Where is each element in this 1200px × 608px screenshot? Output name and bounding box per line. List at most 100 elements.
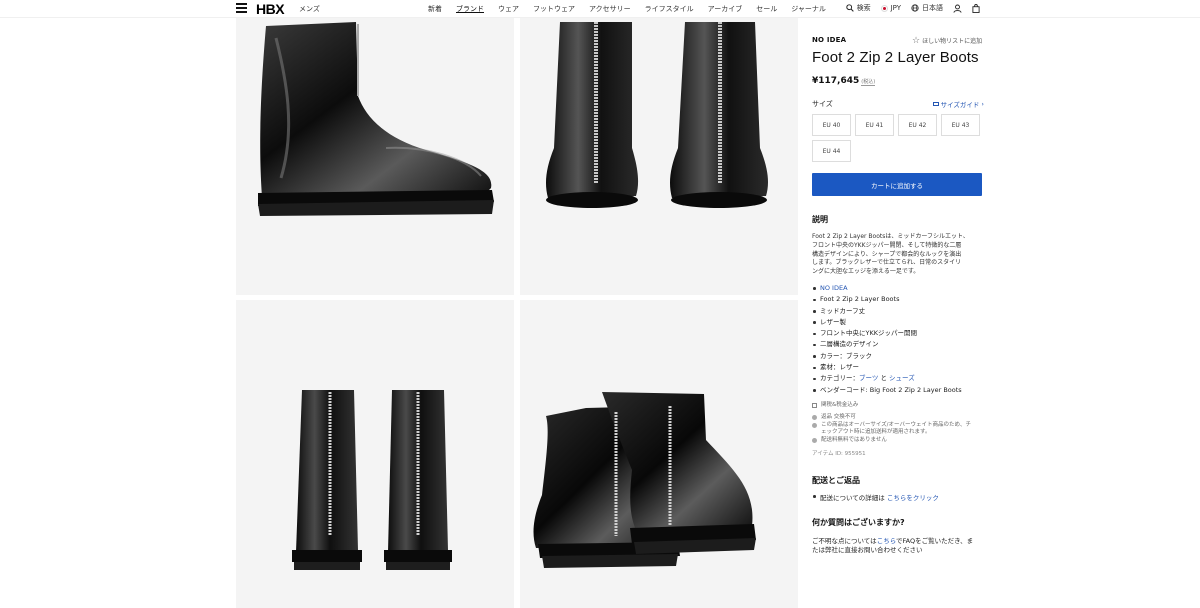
currency-label: JPY (890, 4, 901, 12)
size-options: EU 40 EU 41 EU 42 EU 43 EU 44 (812, 114, 984, 162)
nav-new[interactable]: 新着 (428, 4, 442, 14)
add-to-cart-button[interactable]: カートに追加する (812, 173, 982, 196)
return-text: 返品 交換不可 (821, 414, 856, 421)
product-image-back[interactable] (236, 300, 514, 608)
star-icon: ☆ (912, 35, 921, 46)
feature-brand: NO IDEA (812, 283, 984, 294)
feature-item: 二層構造のデザイン (812, 339, 984, 350)
customs-text: 関税&税金込み (821, 401, 859, 408)
nav-journal[interactable]: ジャーナル (791, 4, 826, 14)
shipping-text: 配送についての詳細は (820, 494, 887, 503)
feature-item: カラー：ブラック (812, 351, 984, 362)
feature-item: レザー製 (812, 317, 984, 328)
questions-text: ご不明な点についてはこちらでFAQをご覧いただき、ま たは弊社に直接お問い合わせ… (812, 537, 984, 555)
size-option-eu41[interactable]: EU 41 (855, 114, 894, 136)
feature-category: カテゴリー：ブーツ と シューズ (812, 373, 984, 384)
info-icon (812, 422, 817, 428)
main-nav: 新着 ブランド ウェア フットウェア アクセサリー ライフスタイル アーカイブ … (428, 4, 826, 14)
language-label: 日本語 (922, 4, 943, 12)
category-link-boots[interactable]: ブーツ (859, 374, 878, 382)
price-value: ¥117,645 (812, 76, 860, 86)
gender-toggle[interactable]: メンズ (299, 4, 320, 14)
description-line: Foot 2 Zip 2 Layer Bootsは、ミッドカーフシルエット、 (812, 233, 969, 240)
description-line: ングに大胆なエッジを添える一足です。 (812, 268, 920, 276)
feature-item: ベンダーコード: Big Foot 2 Zip 2 Layer Boots (812, 385, 984, 396)
policy-notes: 関税&税金込み 返品 交換不可 この商品はオーバーサイズ/オーバーウェイト商品の… (812, 402, 984, 445)
questions-suffix: でFAQをご覧いただき、ま (896, 537, 974, 546)
product-price: ¥117,645 (税込) (812, 76, 984, 86)
size-option-eu40[interactable]: EU 40 (812, 114, 851, 136)
nav-sale[interactable]: セール (756, 4, 777, 14)
feature-list: NO IDEA Foot 2 Zip 2 Layer Boots ミッドカーフ丈… (812, 283, 984, 396)
size-guide-label: サイズガイド (940, 101, 980, 109)
info-icon (812, 415, 817, 421)
description-line: します。ブラックレザーで仕立てられ、日常のスタイリ (812, 259, 962, 267)
size-option-eu43[interactable]: EU 43 (941, 114, 980, 136)
header-utilities: 検索 JPY 日本語 (845, 3, 980, 13)
product-panel: NO IDEA ☆ ほしい物リストに追加 Foot 2 Zip 2 Layer … (812, 36, 984, 555)
feature-item: フロント中央にYKKジッパー開閉 (812, 328, 984, 339)
search-button[interactable]: 検索 (845, 3, 871, 13)
customs-icon (812, 402, 817, 408)
faq-link[interactable]: こちら (877, 537, 896, 545)
info-icon (812, 437, 817, 443)
size-option-eu42[interactable]: EU 42 (898, 114, 937, 136)
size-label: サイズ (812, 100, 833, 108)
shipping-fee-text: 配送料無料ではありません (821, 436, 887, 443)
feature-item: 素材：レザー (812, 362, 984, 373)
oversize-note: この商品はオーバーサイズ/オーバーウェイト商品のため、チ ェックアウト時に追加送料… (812, 422, 984, 437)
size-guide-link[interactable]: サイズガイド › (932, 99, 984, 109)
account-icon[interactable] (953, 4, 962, 13)
shipping-details-link[interactable]: こちらをクリック (887, 494, 939, 502)
nav-footwear[interactable]: フットウェア (533, 4, 575, 14)
shipping-info: 配送についての詳細は こちらをクリック (812, 492, 984, 502)
ruler-icon (932, 102, 939, 106)
site-header: HBX メンズ 新着 ブランド ウェア フットウェア アクセサリー ライフスタイ… (0, 0, 1200, 18)
product-image-front[interactable] (520, 18, 798, 295)
tax-note: (税込) (861, 79, 876, 86)
currency-selector[interactable]: JPY (880, 4, 901, 12)
shipping-heading: 配送とご返品 (812, 476, 860, 486)
boot-front-image (546, 22, 768, 208)
customs-note: 関税&税金込み (812, 402, 984, 410)
nav-brands[interactable]: ブランド (456, 4, 484, 14)
chevron-right-icon: › (981, 100, 984, 108)
questions-line2: たは弊社に直接お問い合わせください (812, 546, 923, 555)
size-header: サイズ サイズガイド › (812, 99, 984, 109)
questions-prefix: ご不明な点については (812, 537, 877, 546)
wishlist-label: ほしい物リストに追加 (922, 38, 983, 45)
nav-lifestyle[interactable]: ライフスタイル (645, 4, 694, 14)
nav-archive[interactable]: アーカイブ (708, 4, 743, 14)
shopping-bag-icon[interactable] (972, 3, 980, 13)
oversize-text-2: ェックアウト時に追加送料が適用されます。 (821, 429, 931, 436)
shipping-fee-note: 配送料無料ではありません (812, 437, 984, 445)
item-id: アイテム ID: 955951 (812, 451, 866, 458)
product-image-pair[interactable] (520, 300, 798, 608)
category-and: と (878, 374, 890, 383)
wishlist-button[interactable]: ☆ ほしい物リストに追加 (912, 36, 982, 45)
boot-side-image (258, 22, 494, 216)
feature-item: ミッドカーフ丈 (812, 306, 984, 317)
language-selector[interactable]: 日本語 (911, 3, 943, 13)
product-title: Foot 2 Zip 2 Layer Boots (812, 49, 979, 66)
feature-item: Foot 2 Zip 2 Layer Boots (812, 294, 984, 305)
globe-icon (911, 4, 919, 12)
product-gallery (236, 18, 798, 608)
oversize-text-1: この商品はオーバーサイズ/オーバーウェイト商品のため、チ (821, 421, 971, 428)
size-option-eu44[interactable]: EU 44 (812, 140, 851, 162)
search-label: 検索 (856, 4, 871, 12)
description-line: フロント中央のYKKジッパー開閉、そして特徴的な二層 (812, 241, 962, 249)
hbx-logo[interactable]: HBX (256, 1, 285, 17)
menu-icon[interactable] (236, 3, 247, 13)
brand-link[interactable]: NO IDEA (820, 284, 848, 292)
product-image-side[interactable] (236, 18, 514, 295)
nav-accessories[interactable]: アクセサリー (589, 4, 631, 14)
boot-back-image (292, 390, 452, 570)
description-text: Foot 2 Zip 2 Layer Bootsは、ミッドカーフシルエット、 フ… (812, 233, 984, 277)
return-note: 返品 交換不可 (812, 414, 984, 422)
questions-heading: 何か質問はございますか? (812, 518, 905, 528)
search-icon (845, 4, 854, 12)
japan-flag-icon (880, 4, 888, 12)
nav-clothing[interactable]: ウェア (498, 4, 519, 14)
category-link-shoes[interactable]: シューズ (889, 374, 915, 382)
